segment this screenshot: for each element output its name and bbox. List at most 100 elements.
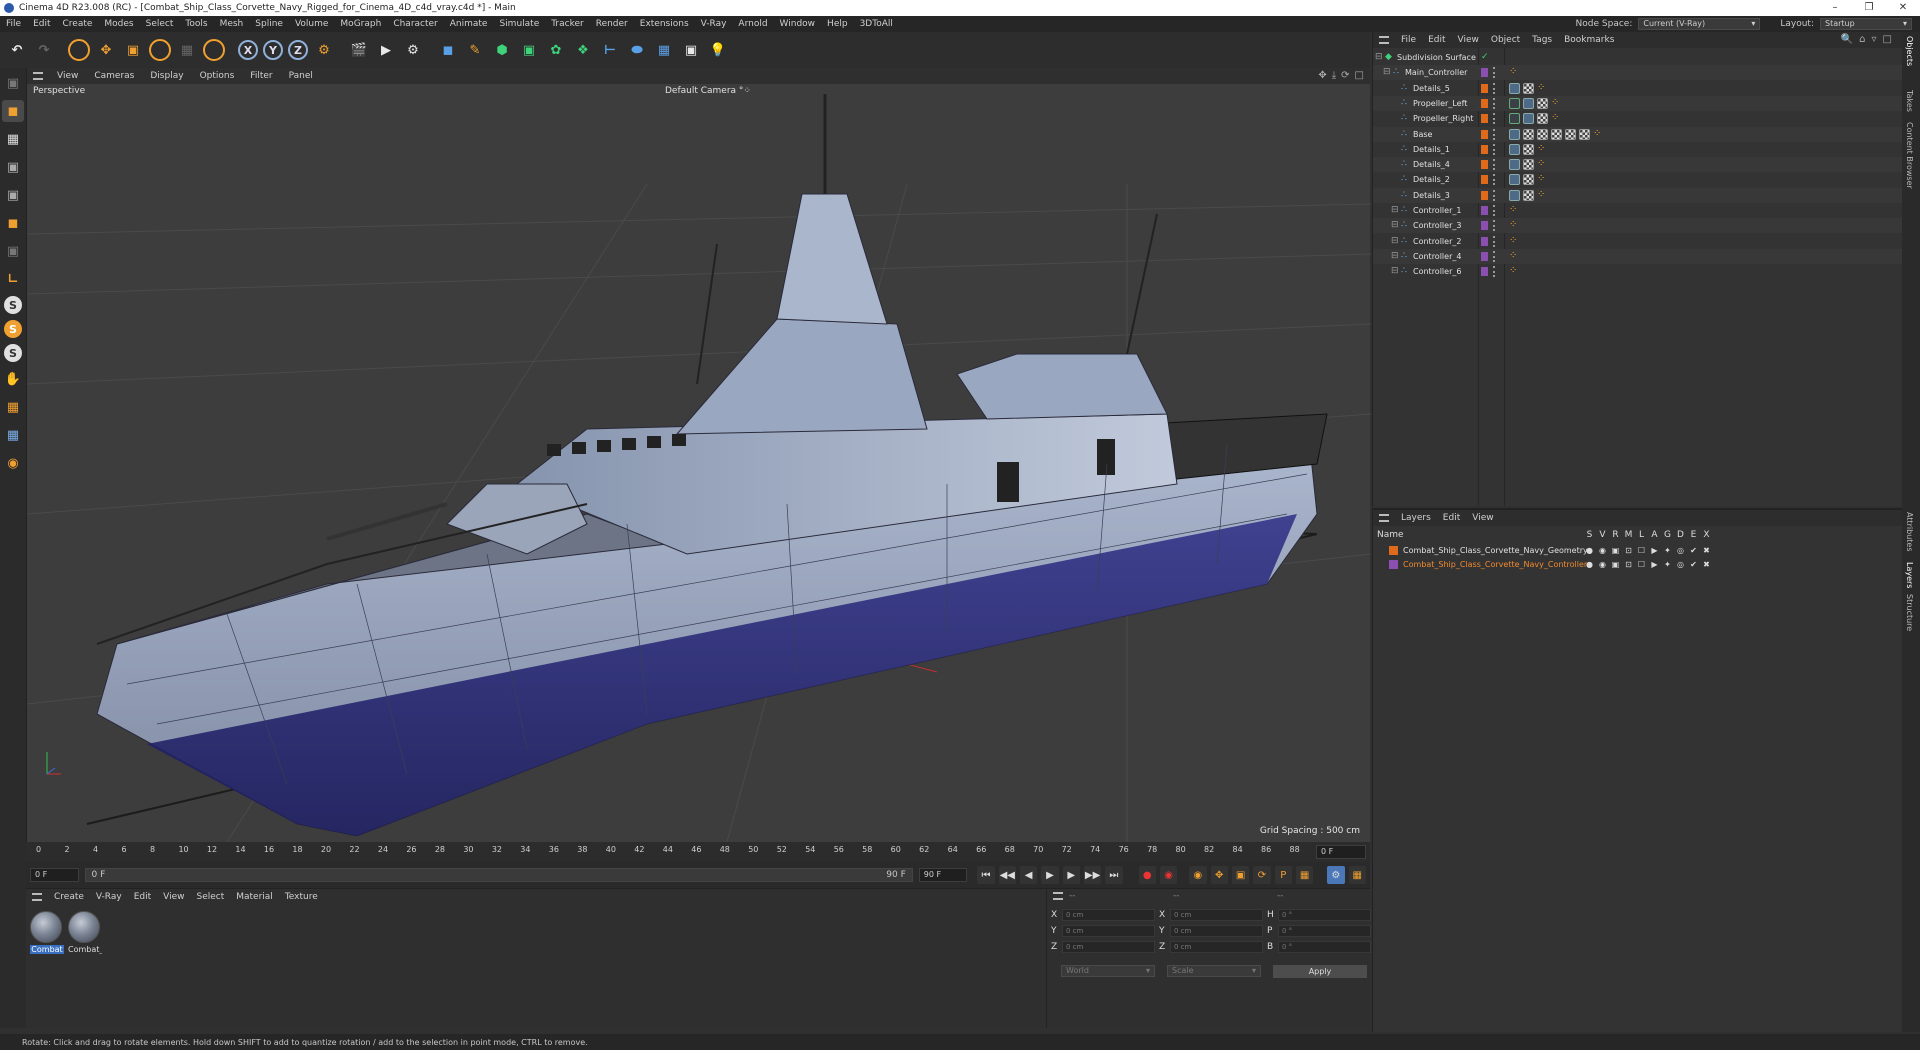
vray-tag-icon[interactable]: ⁘ bbox=[1509, 205, 1520, 216]
go-to-start-icon[interactable]: ⏮ bbox=[977, 866, 995, 884]
phong-tag-icon[interactable] bbox=[1509, 82, 1520, 94]
uv-mode-icon[interactable]: ▣ bbox=[2, 240, 24, 262]
object-name[interactable]: Controller_6 bbox=[1413, 267, 1461, 276]
record-active-objects-icon[interactable]: ● bbox=[1138, 866, 1156, 884]
menu-tracker[interactable]: Tracker bbox=[545, 19, 589, 29]
material-menu-create[interactable]: Create bbox=[48, 892, 90, 902]
object-name[interactable]: Controller_1 bbox=[1413, 206, 1461, 215]
dope-sheet-icon[interactable]: ▦ bbox=[1348, 866, 1366, 884]
layout-select[interactable]: Startup ▾ bbox=[1820, 18, 1912, 30]
snap-icon[interactable]: S bbox=[4, 296, 22, 314]
material-tag-icon[interactable] bbox=[1523, 174, 1534, 186]
parameter-key-icon[interactable]: P bbox=[1274, 866, 1292, 884]
preview-range-slider[interactable]: 0 F 90 F bbox=[84, 868, 913, 882]
object-menu-edit[interactable]: Edit bbox=[1422, 35, 1451, 45]
field-icon[interactable]: ⬬ bbox=[626, 39, 648, 61]
object-row[interactable]: ∴ Details_4 ⁘ bbox=[1373, 157, 1903, 173]
workplane-icon[interactable]: ▦ bbox=[2, 396, 24, 418]
maximize-button[interactable]: ❐ bbox=[1852, 0, 1886, 16]
side-tab-objects[interactable]: Objects bbox=[1905, 36, 1914, 66]
rotation-key-icon[interactable]: ⟳ bbox=[1253, 866, 1271, 884]
rotate-view-icon[interactable]: ⟳ bbox=[1341, 70, 1349, 81]
visibility-dots-icon[interactable] bbox=[1493, 266, 1496, 278]
model-mode-icon[interactable]: ◼ bbox=[2, 100, 24, 122]
material-menu-texture[interactable]: Texture bbox=[279, 892, 324, 902]
render-settings-icon[interactable]: ⚙ bbox=[402, 39, 424, 61]
layer-flag-toggle-icon[interactable]: ◎ bbox=[1674, 560, 1687, 569]
side-tab-takes[interactable]: Takes bbox=[1905, 90, 1914, 112]
phong-tag-icon[interactable] bbox=[1509, 189, 1520, 201]
render-view-icon[interactable]: ▶ bbox=[375, 39, 397, 61]
minimize-button[interactable]: – bbox=[1818, 0, 1852, 16]
layer-flag-toggle-icon[interactable]: ⊡ bbox=[1622, 546, 1635, 555]
polygons-mode-icon[interactable]: ◼ bbox=[2, 212, 24, 234]
side-tab-attributes[interactable]: Attributes bbox=[1905, 512, 1914, 552]
layer-color-swatch[interactable] bbox=[1481, 114, 1488, 124]
expand-toggle-icon[interactable]: ⊟ bbox=[1391, 221, 1400, 230]
object-row[interactable]: ∴ Details_5 ⁘ bbox=[1373, 81, 1903, 96]
layer-color-swatch[interactable] bbox=[1481, 83, 1488, 93]
material-tag-icon[interactable] bbox=[1537, 128, 1548, 140]
render-region-icon[interactable]: 🎬 bbox=[348, 39, 370, 61]
object-name[interactable]: Details_2 bbox=[1413, 175, 1450, 184]
layer-menu-view[interactable]: View bbox=[1466, 513, 1499, 523]
layer-flag-toggle-icon[interactable]: ✖ bbox=[1700, 560, 1713, 569]
layer-flag-toggle-icon[interactable]: ● bbox=[1583, 560, 1596, 569]
layer-menu-layers[interactable]: Layers bbox=[1395, 513, 1437, 523]
menu-edit[interactable]: Edit bbox=[27, 19, 56, 29]
material-swatch[interactable]: Combat_ bbox=[68, 911, 102, 954]
search-icon[interactable]: 🔍 bbox=[1841, 34, 1853, 45]
menu-character[interactable]: Character bbox=[387, 19, 443, 29]
object-row[interactable]: ∴ Propeller_Right ⁘ bbox=[1373, 111, 1903, 126]
object-row[interactable]: ⊟ ∴ Controller_2 ⁘ bbox=[1373, 234, 1903, 249]
menu-mesh[interactable]: Mesh bbox=[214, 19, 250, 29]
layer-name[interactable]: Combat_Ship_Class_Corvette_Navy_Controll… bbox=[1403, 560, 1591, 569]
vray-tag-icon[interactable]: ⁘ bbox=[1537, 143, 1548, 155]
next-frame-icon[interactable]: ▶ bbox=[1062, 866, 1080, 884]
visibility-dots-icon[interactable] bbox=[1493, 97, 1496, 109]
menu-modes[interactable]: Modes bbox=[98, 19, 139, 29]
timeline-settings-icon[interactable]: ⚙ bbox=[1327, 866, 1345, 884]
expand-toggle-icon[interactable]: ⊟ bbox=[1391, 267, 1400, 276]
layer-color-swatch[interactable] bbox=[1481, 236, 1488, 246]
point-level-animation-icon[interactable]: ▦ bbox=[1295, 866, 1314, 884]
go-to-end-icon[interactable]: ⏭ bbox=[1105, 866, 1123, 884]
pos-z-field[interactable]: 0 cm bbox=[1062, 941, 1155, 953]
vray-tag-icon[interactable]: ⁘ bbox=[1537, 159, 1548, 170]
object-menu-bookmarks[interactable]: Bookmarks bbox=[1558, 35, 1620, 45]
object-name[interactable]: Subdivision Surface bbox=[1397, 53, 1476, 62]
live-selection-icon[interactable] bbox=[68, 39, 90, 61]
autokeying-icon[interactable]: ◉ bbox=[1159, 866, 1178, 884]
layer-flag-toggle-icon[interactable]: ✦ bbox=[1661, 546, 1674, 555]
quantize-icon[interactable]: S bbox=[4, 344, 22, 362]
menu-spline[interactable]: Spline bbox=[249, 19, 289, 29]
object-name[interactable]: Propeller_Right bbox=[1413, 114, 1473, 123]
vray-tag-icon[interactable]: ⁘ bbox=[1551, 113, 1562, 124]
hamburger-icon[interactable] bbox=[33, 72, 43, 80]
floor-environment-icon[interactable]: ▦ bbox=[653, 39, 675, 61]
object-name[interactable]: Details_1 bbox=[1413, 145, 1450, 154]
transform-mode-select[interactable]: Scale ▾ bbox=[1167, 965, 1261, 977]
side-tab-structure[interactable]: Structure bbox=[1905, 594, 1914, 631]
new-window-icon[interactable]: □ bbox=[1883, 34, 1892, 45]
object-row[interactable]: ∴ Base ⁘ bbox=[1373, 126, 1903, 142]
vray-tag-icon[interactable]: ⁘ bbox=[1537, 82, 1548, 94]
material-swatch[interactable]: Combat bbox=[30, 911, 64, 954]
material-tag-icon[interactable] bbox=[1523, 128, 1534, 140]
timeline-ruler[interactable]: 0 2 4 6 8 10 12 14 16 18 20 22 24 26 28 30 32 34 36 38 40 42 4… bbox=[26, 842, 1370, 862]
material-menu-view[interactable]: View bbox=[157, 892, 190, 902]
layer-color-swatch[interactable] bbox=[1481, 68, 1488, 78]
layer-color-swatch[interactable] bbox=[1481, 221, 1488, 231]
object-row[interactable]: ⊟ ∴ Controller_1 ⁘ bbox=[1373, 203, 1903, 218]
object-menu-object[interactable]: Object bbox=[1485, 35, 1526, 45]
object-row[interactable]: ∴ Details_3 ⁘ bbox=[1373, 187, 1903, 203]
visibility-dots-icon[interactable] bbox=[1493, 220, 1496, 232]
undo-button[interactable]: ↶ bbox=[6, 39, 28, 61]
menu-tools[interactable]: Tools bbox=[179, 19, 213, 29]
layer-flag-toggle-icon[interactable]: ● bbox=[1583, 546, 1596, 555]
material-tag-icon[interactable] bbox=[1523, 143, 1534, 155]
expand-toggle-icon[interactable]: ⊟ bbox=[1375, 53, 1384, 62]
points-mode-icon[interactable]: ▣ bbox=[2, 156, 24, 178]
hamburger-icon[interactable] bbox=[1379, 514, 1389, 522]
layer-flag-toggle-icon[interactable]: ▶ bbox=[1648, 560, 1661, 569]
